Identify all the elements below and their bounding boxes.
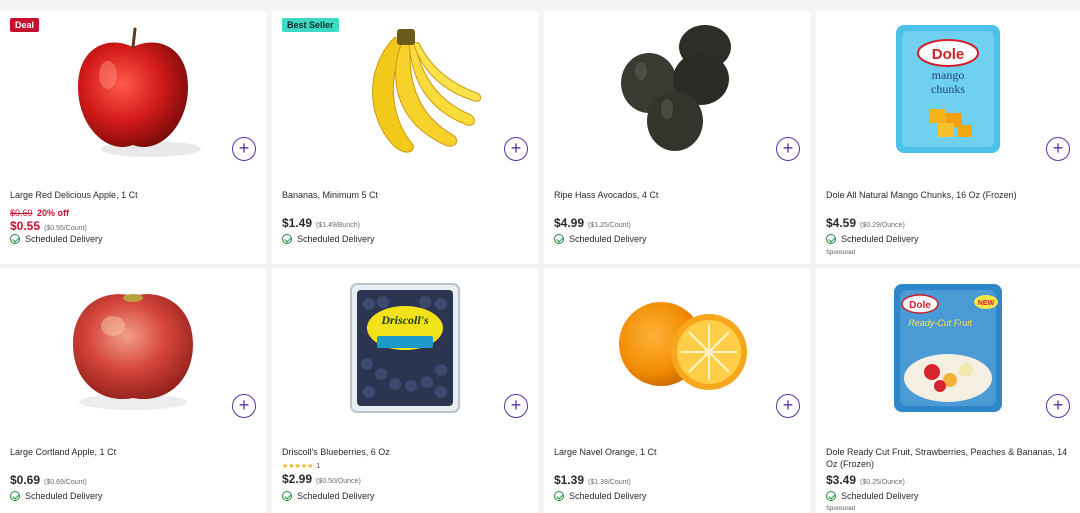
delivery-label: Scheduled Delivery [297,491,375,501]
delivery-info: Scheduled Delivery [554,491,647,501]
product-name[interactable]: Large Navel Orange, 1 Ct [554,446,800,458]
product-card[interactable]: + Ripe Hass Avocados, 4 Ct $4.99 ($1.25/… [544,11,810,264]
unit-price: ($0.50/Ounce) [316,478,361,485]
product-name[interactable]: Large Cortland Apple, 1 Ct [10,446,256,458]
package-line1: Ready-Cut Fruit [908,318,972,328]
price-block: $4.59 ($0.29/Ounce) [826,216,905,230]
package-brand: Dole [909,300,931,311]
price: $1.39 [554,473,585,487]
check-circle-icon [282,234,292,244]
red-apple-icon[interactable] [53,17,213,165]
price-block: $4.99 ($1.25/Count) [554,216,631,230]
mixed-fruit-bag-icon[interactable]: Dole Ready-Cut Fruit NEW [868,274,1028,422]
package-line1: mango [932,68,965,82]
delivery-label: Scheduled Delivery [25,491,103,501]
deal-badge: Deal [10,18,40,32]
price-block: $1.39 ($1.39/Count) [554,473,631,487]
avocado-icon[interactable] [597,17,757,165]
check-circle-icon [554,234,564,244]
package-brand: Dole [932,46,965,63]
unit-price: ($0.55/Count) [44,225,87,232]
sponsored-label: Sponsored [826,250,856,256]
delivery-info: Scheduled Delivery [826,234,919,244]
product-card[interactable]: Best Seller + Bananas, Minimum 5 Ct $1.4… [272,11,538,264]
delivery-label: Scheduled Delivery [25,234,103,244]
unit-price: ($0.25/Ounce) [860,479,905,486]
price-block: $1.49 ($1.49/Bunch) [282,216,360,230]
price-block: $3.49 ($0.25/Ounce) [826,473,905,487]
unit-price: ($1.49/Bunch) [316,222,361,229]
unit-price: ($0.29/Ounce) [860,222,905,229]
add-to-cart-button[interactable]: + [776,394,800,418]
delivery-label: Scheduled Delivery [569,234,647,244]
product-card[interactable]: + Large Navel Orange, 1 Ct $1.39 ($1.39/… [544,268,810,513]
product-name[interactable]: Dole Ready Cut Fruit, Strawberries, Peac… [826,446,1070,470]
product-card[interactable]: Driscoll's + Driscoll's Blueberries, 6 O… [272,268,538,513]
delivery-label: Scheduled Delivery [569,491,647,501]
add-to-cart-button[interactable]: + [1046,394,1070,418]
price: $4.99 [554,216,585,230]
product-card[interactable]: Deal + Large Red Delicious Apple, 1 Ct $… [0,11,266,264]
package-brand: Driscoll's [380,313,429,327]
price: $3.49 [826,473,857,487]
add-to-cart-button[interactable]: + [776,137,800,161]
product-grid: Deal + Large Red Delicious Apple, 1 Ct $… [0,0,1080,513]
product-name[interactable]: Driscoll's Blueberries, 6 Oz [282,446,528,458]
star-rating-icon: ★★★★★ [282,463,314,470]
mango-bag-icon[interactable]: Dole mango chunks [868,17,1028,165]
product-name[interactable]: Ripe Hass Avocados, 4 Ct [554,189,800,201]
delivery-label: Scheduled Delivery [841,491,919,501]
unit-price: ($1.39/Count) [588,479,631,486]
product-name[interactable]: Large Red Delicious Apple, 1 Ct [10,189,256,201]
check-circle-icon [10,491,20,501]
package-new-badge: NEW [978,300,995,307]
delivery-info: Scheduled Delivery [10,491,103,501]
product-card[interactable]: Dole mango chunks + Dole All Natural Man… [816,11,1080,264]
delivery-info: Scheduled Delivery [10,234,103,244]
product-name[interactable]: Bananas, Minimum 5 Ct [282,189,528,201]
cortland-apple-icon[interactable] [53,274,213,422]
unit-price: ($1.25/Count) [588,222,631,229]
package-line2: chunks [931,82,965,96]
add-to-cart-button[interactable]: + [232,394,256,418]
delivery-label: Scheduled Delivery [841,234,919,244]
original-price: $0.69 [10,208,33,218]
delivery-info: Scheduled Delivery [826,491,919,501]
delivery-info: Scheduled Delivery [282,491,375,501]
price: $1.49 [282,216,313,230]
price-block: $0.69 20% off $0.55 ($0.55/Count) [10,207,87,233]
add-to-cart-button[interactable]: + [232,137,256,161]
check-circle-icon [10,234,20,244]
check-circle-icon [826,491,836,501]
delivery-label: Scheduled Delivery [297,234,375,244]
discount-label: 20% off [37,208,70,218]
unit-price: ($0.69/Count) [44,479,87,486]
price-block: $0.69 ($0.69/Count) [10,473,87,487]
price-block: ★★★★★ 1 $2.99 ($0.50/Ounce) [282,462,361,487]
add-to-cart-button[interactable]: + [504,394,528,418]
delivery-info: Scheduled Delivery [282,234,375,244]
price: $4.59 [826,216,857,230]
check-circle-icon [282,491,292,501]
price: $0.69 [10,473,41,487]
rating-count: 1 [316,462,321,470]
add-to-cart-button[interactable]: + [1046,137,1070,161]
orange-icon[interactable] [597,274,757,422]
rating[interactable]: ★★★★★ 1 [282,462,361,471]
check-circle-icon [554,491,564,501]
banana-icon[interactable] [325,17,485,165]
add-to-cart-button[interactable]: + [504,137,528,161]
check-circle-icon [826,234,836,244]
sale-price: $0.55 [10,219,41,233]
delivery-info: Scheduled Delivery [554,234,647,244]
product-card[interactable]: + Large Cortland Apple, 1 Ct $0.69 ($0.6… [0,268,266,513]
blueberry-box-icon[interactable]: Driscoll's [325,274,485,422]
product-name[interactable]: Dole All Natural Mango Chunks, 16 Oz (Fr… [826,189,1070,201]
product-card[interactable]: Dole Ready-Cut Fruit NEW + Dole Ready Cu… [816,268,1080,513]
price: $2.99 [282,472,313,486]
sponsored-label: Sponsored [826,506,856,512]
